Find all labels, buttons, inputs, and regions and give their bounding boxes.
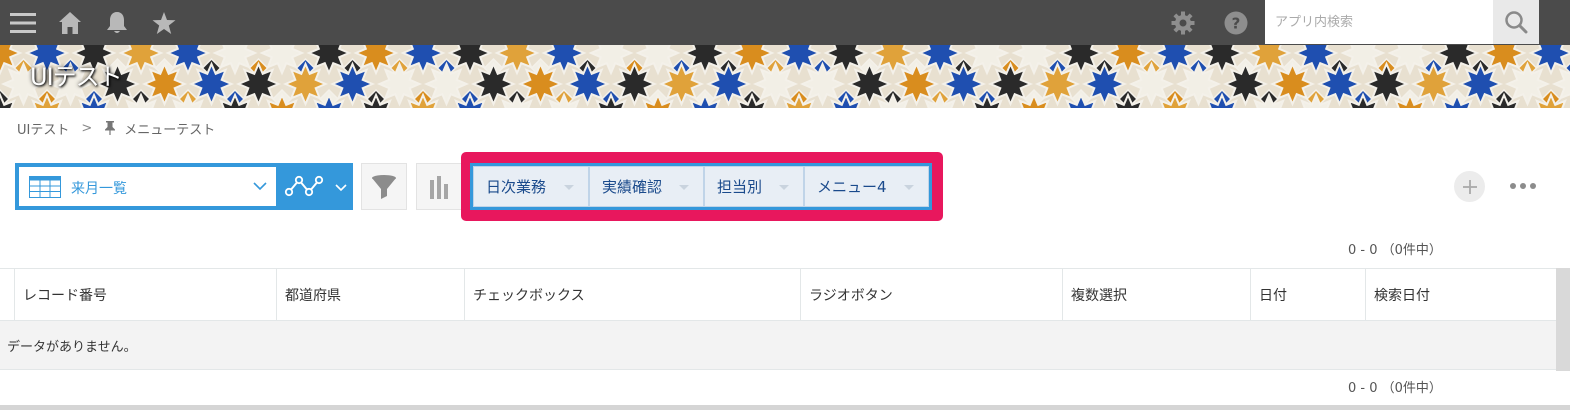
column-header[interactable]: レコード番号: [14, 269, 276, 321]
menu-button-3[interactable]: 担当別: [704, 166, 804, 207]
menu-button-1[interactable]: 日次業務: [473, 166, 589, 207]
breadcrumb: UIテスト > メニューテスト: [17, 119, 216, 138]
scrollbar[interactable]: [1556, 268, 1570, 371]
search-input[interactable]: [1265, 0, 1493, 44]
table-icon: [29, 176, 61, 198]
search-icon: [1505, 11, 1528, 34]
menu-button-4[interactable]: メニュー4: [804, 166, 929, 207]
column-header[interactable]: 都道府県: [276, 269, 464, 321]
filter-icon: [372, 174, 396, 199]
pager-bottom: 0 - 0 （0件中）: [1348, 381, 1442, 396]
add-record-button[interactable]: [1454, 171, 1485, 202]
column-header[interactable]: ラジオボタン: [800, 269, 1062, 321]
top-bar: ?: [0, 0, 1570, 45]
app-title: UIテスト: [30, 63, 123, 91]
search-button[interactable]: [1493, 0, 1539, 44]
banner-pattern: [0, 45, 1570, 108]
bottom-border: [0, 405, 1570, 410]
menu-button-label: 日次業務: [486, 178, 547, 196]
caret-down-icon: [904, 185, 914, 190]
chart-button[interactable]: [416, 163, 462, 210]
home-icon[interactable]: [56, 0, 84, 45]
filter-button[interactable]: [361, 163, 407, 210]
caret-down-icon: [779, 185, 789, 190]
view-name: 来月一覧: [71, 181, 127, 197]
column-header[interactable]: 複数選択: [1062, 269, 1250, 321]
plus-icon: [1462, 179, 1477, 194]
breadcrumb-app-link[interactable]: UIテスト: [17, 119, 69, 138]
gear-icon[interactable]: [1169, 0, 1197, 45]
graph-icon: [284, 175, 324, 197]
empty-table-message: データがありません。: [0, 321, 1558, 370]
menu-icon[interactable]: [8, 0, 38, 45]
more-icon: [1510, 183, 1536, 189]
menu-button-label: メニュー4: [817, 178, 887, 196]
app-banner: UIテスト: [0, 45, 1570, 108]
column-header[interactable]: チェックボックス: [464, 269, 800, 321]
chevron-down-icon: [335, 184, 347, 192]
topbar-edge: [1539, 0, 1570, 45]
pager-top: 0 - 0 （0件中）: [1348, 243, 1442, 258]
caret-down-icon: [679, 185, 689, 190]
bell-icon[interactable]: [103, 0, 131, 45]
custom-menu-bar: 日次業務 実績確認 担当別 メニュー4: [470, 163, 932, 210]
star-icon[interactable]: [150, 0, 178, 45]
caret-down-icon: [564, 185, 574, 190]
more-options-button[interactable]: [1507, 174, 1539, 198]
column-header[interactable]: 日付: [1250, 269, 1365, 321]
menu-button-2[interactable]: 実績確認: [589, 166, 704, 207]
table-header: レコード番号 都道府県 チェックボックス ラジオボタン 複数選択 日付 検索日付: [0, 268, 1558, 321]
svg-text:?: ?: [1232, 14, 1241, 32]
menu-button-label: 担当別: [717, 178, 763, 196]
chevron-down-icon: [253, 182, 267, 191]
view-selector: 来月一覧: [15, 163, 353, 210]
pin-icon: [104, 121, 116, 135]
graph-view-button[interactable]: [280, 167, 350, 206]
bar-chart-icon: [430, 175, 448, 199]
view-dropdown[interactable]: 来月一覧: [19, 167, 276, 206]
breadcrumb-separator: >: [81, 120, 93, 136]
menu-button-label: 実績確認: [602, 178, 663, 196]
help-icon[interactable]: ?: [1222, 0, 1250, 45]
column-header[interactable]: 検索日付: [1365, 269, 1558, 321]
breadcrumb-current-view: メニューテスト: [124, 122, 216, 138]
